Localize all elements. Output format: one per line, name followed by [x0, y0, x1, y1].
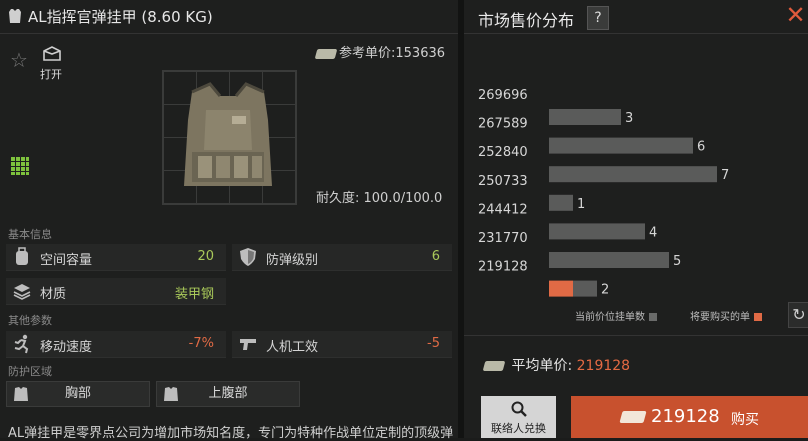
- bar-count-label: 7: [721, 168, 729, 183]
- legend-buy-swatch: [754, 313, 762, 321]
- material-icon: [13, 284, 31, 300]
- buy-label: 购买: [731, 412, 759, 428]
- price-tick-label: 219128: [478, 260, 528, 275]
- bar-current: [549, 109, 621, 125]
- item-detail-panel: [0, 0, 458, 438]
- stat-value: 6: [431, 249, 440, 264]
- stat-move-speed: 移动速度 -7%: [6, 331, 226, 358]
- price-tick-label: 244412: [478, 202, 528, 217]
- average-price: 平均单价: 219128: [482, 355, 631, 375]
- zone-label: 胸部: [64, 386, 91, 401]
- search-icon: [511, 401, 527, 417]
- item-title: AL指挥官弹挂甲 (8.60 KG): [28, 8, 213, 26]
- divider: [464, 33, 808, 34]
- bar-current: [573, 280, 597, 297]
- zone-upper-abdomen: 上腹部: [156, 381, 300, 407]
- legend-buy: 将要购买的单: [690, 308, 762, 323]
- price-tick-label: 269696: [478, 88, 528, 103]
- market-title: 市场售价分布: [478, 11, 575, 30]
- bar-count-label: 4: [649, 225, 657, 240]
- average-value: 219128: [576, 358, 631, 374]
- buy-button[interactable]: 219128 购买: [571, 396, 808, 438]
- bar-current: [549, 252, 669, 268]
- torso-icon: [14, 387, 28, 401]
- close-icon[interactable]: ✕: [783, 0, 808, 30]
- divider: [0, 33, 458, 34]
- running-icon: [14, 334, 29, 354]
- zone-label: 上腹部: [208, 386, 248, 401]
- cash-icon: [619, 411, 647, 423]
- section-basic-info: 基本信息: [8, 228, 52, 241]
- vest-image: [184, 82, 272, 186]
- bar-current: [549, 166, 717, 183]
- size-grid-icon: [11, 157, 29, 175]
- legend-current-swatch: [649, 313, 657, 321]
- bar-current: [549, 223, 645, 240]
- contact-exchange-button[interactable]: 联络人兑换: [481, 396, 556, 438]
- stat-value: 20: [197, 249, 214, 264]
- cash-icon: [314, 48, 338, 59]
- stat-value: 装甲钢: [174, 287, 214, 302]
- average-label: 平均单价:: [511, 358, 573, 374]
- stat-label: 人机工效: [266, 340, 319, 355]
- bar-current: [549, 137, 693, 154]
- section-other-params: 其他参数: [8, 314, 52, 327]
- bar-count-label: 2: [601, 283, 609, 298]
- zone-chest: 胸部: [6, 381, 150, 407]
- stat-value: -7%: [188, 336, 214, 351]
- refresh-icon[interactable]: ↻: [788, 302, 808, 328]
- torso-icon: [164, 387, 178, 401]
- favorite-star-icon[interactable]: ☆: [10, 48, 28, 72]
- durability: 耐久度: 100.0/100.0: [316, 191, 443, 206]
- help-button[interactable]: ?: [587, 6, 609, 30]
- price-tick-label: 267589: [478, 117, 528, 132]
- bar-count-label: 3: [625, 111, 633, 126]
- price-tick-label: 231770: [478, 231, 528, 246]
- cash-icon: [482, 361, 506, 371]
- price-distribution-chart: 269696 3 267589 6 252840 7 250733 1 244412 4 23177…: [478, 88, 729, 298]
- stat-label: 防弹级别: [266, 253, 319, 268]
- shield-icon: [240, 248, 256, 266]
- bar-count-label: 1: [577, 197, 585, 212]
- bar-current: [549, 194, 573, 211]
- legend-current: 当前价位挂单数: [575, 308, 657, 323]
- stat-label: 材质: [40, 287, 67, 302]
- bar-count-label: 5: [673, 254, 681, 269]
- bar-count-label: 6: [697, 140, 705, 155]
- buy-price: 219128: [651, 406, 720, 427]
- stat-material: 材质 装甲钢: [6, 278, 226, 305]
- item-description: AL弹挂甲是零界点公司为增加市场知名度，专门为特种作战单位定制的顶级弹: [8, 426, 454, 441]
- price-tick-label: 250733: [478, 174, 528, 189]
- price-tick-label: 252840: [478, 145, 528, 160]
- bar-buy: [549, 280, 573, 297]
- section-protect-zone: 防护区域: [8, 365, 52, 378]
- legend-buy-label: 将要购买的单: [690, 312, 750, 323]
- open-button[interactable]: 打开: [40, 66, 62, 82]
- reference-price-text: 参考单价:153636: [339, 46, 446, 61]
- divider: [464, 335, 808, 336]
- pistol-icon: [240, 339, 256, 350]
- stat-label: 空间容量: [40, 253, 93, 268]
- contact-exchange-label: 联络人兑换: [491, 422, 546, 435]
- armor-vest-icon: [9, 9, 21, 23]
- backpack-icon: [16, 247, 28, 265]
- stat-armor-level: 防弹级别 6: [232, 244, 452, 271]
- stat-value: -5: [427, 336, 440, 351]
- legend-current-label: 当前价位挂单数: [575, 312, 645, 323]
- stat-ergonomics: 人机工效 -5: [232, 331, 452, 358]
- open-box-icon[interactable]: [40, 46, 64, 62]
- stat-capacity: 空间容量 20: [6, 244, 226, 271]
- reference-price: 参考单价:153636: [314, 42, 446, 61]
- stat-label: 移动速度: [40, 340, 93, 355]
